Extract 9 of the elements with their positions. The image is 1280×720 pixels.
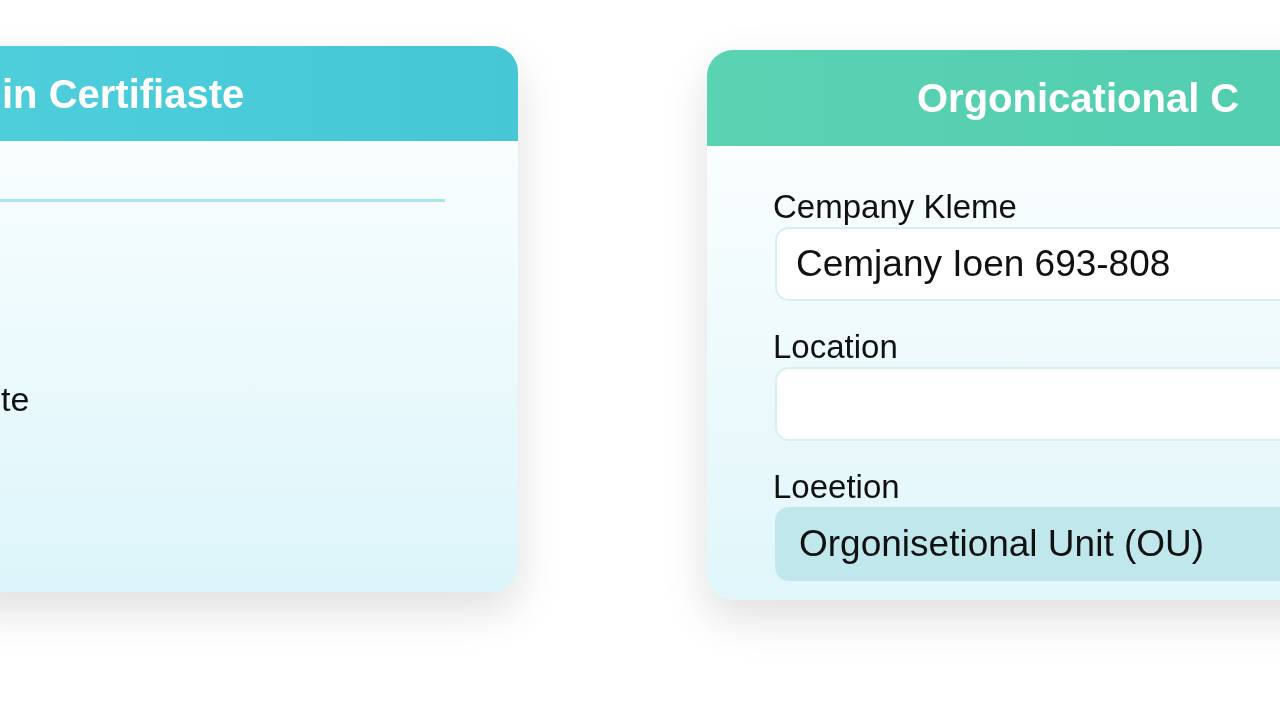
card-title: in Certifiaste (2, 70, 245, 117)
fill-in-line[interactable] (0, 199, 445, 202)
field-label: Cempany Kleme (773, 187, 1018, 227)
text-field[interactable]: Orgonisetional Unit (OU) (775, 507, 1280, 581)
field-label: Loeetion (773, 467, 901, 507)
field-label: Location (773, 327, 899, 367)
text-field[interactable]: Cemjany Ioen 693-808 (775, 227, 1280, 301)
card-text: te (1, 380, 30, 418)
card-title: Orgonicational C (917, 75, 1240, 121)
